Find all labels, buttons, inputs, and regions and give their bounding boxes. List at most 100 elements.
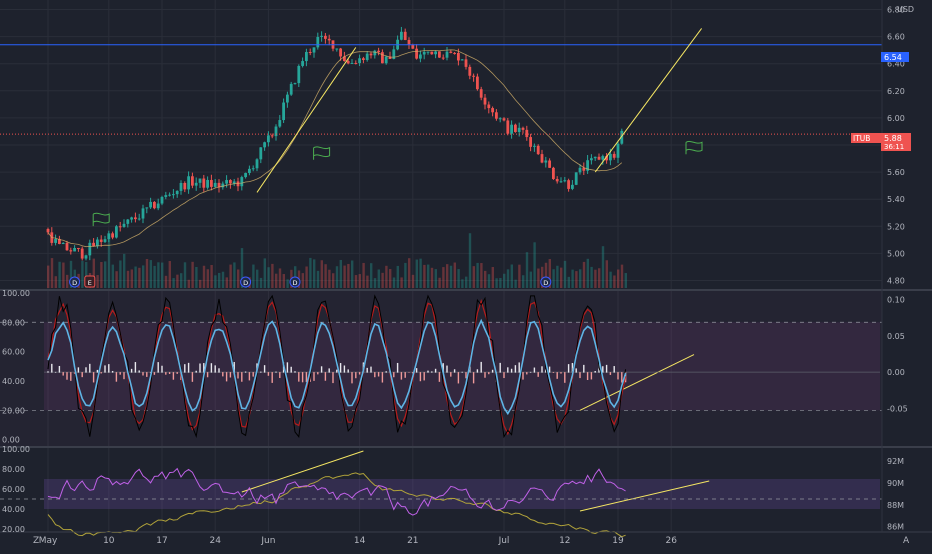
- candle-body: [430, 51, 434, 55]
- candle-body: [460, 59, 464, 61]
- stoch-hist-bar: [396, 362, 399, 373]
- price-tick-label[interactable]: 5.40: [887, 195, 905, 204]
- candle-body: [616, 143, 620, 158]
- x-axis-corner-right[interactable]: A: [903, 536, 910, 546]
- candle-body: [99, 239, 103, 242]
- stoch-hist-bar: [621, 372, 623, 383]
- volume-bar: [229, 264, 232, 288]
- x-axis-corner-left[interactable]: Z: [33, 536, 39, 546]
- stoch-tick-right[interactable]: 0.10: [887, 295, 905, 304]
- stoch-hist-bar: [594, 371, 596, 373]
- candle-body: [365, 53, 369, 60]
- dividend-marker-label[interactable]: D: [243, 279, 248, 287]
- stoch-tick-left[interactable]: 20.00: [2, 406, 25, 415]
- volume-bar: [142, 265, 145, 288]
- earnings-marker-label[interactable]: E: [88, 279, 92, 287]
- rsi-tick-right[interactable]: 92M: [887, 457, 904, 466]
- stoch-hist-bar: [320, 366, 323, 373]
- price-tick-label[interactable]: 6.60: [887, 33, 905, 42]
- volume-bar: [370, 263, 373, 288]
- price-tick-label[interactable]: 5.00: [887, 249, 905, 258]
- volume-bar: [157, 262, 160, 288]
- x-tick-label[interactable]: Jul: [498, 536, 510, 546]
- stoch-hist-bar: [400, 372, 403, 380]
- rsi-tick-right[interactable]: 90M: [887, 479, 904, 488]
- stoch-tick-left[interactable]: 100.00: [2, 289, 30, 298]
- x-tick-label[interactable]: 19: [612, 536, 624, 546]
- candle-body: [248, 168, 251, 173]
- volume-bar: [221, 271, 225, 288]
- volume-bar: [472, 266, 475, 288]
- volume-bar: [172, 278, 175, 288]
- rsi-tick-left[interactable]: 40.00: [2, 505, 25, 514]
- volume-bar: [195, 266, 198, 288]
- candle-body: [487, 104, 491, 109]
- x-tick-label[interactable]: 17: [156, 536, 167, 546]
- rsi-tick-left[interactable]: 80.00: [2, 465, 25, 474]
- candle-body: [194, 182, 198, 186]
- stoch-hist-bar: [605, 364, 608, 373]
- volume-bar: [210, 264, 213, 288]
- price-tick-label[interactable]: 4.80: [887, 277, 905, 286]
- price-tick-label[interactable]: 6.00: [887, 114, 905, 123]
- candle-body: [65, 242, 69, 251]
- x-tick-label[interactable]: 14: [354, 536, 366, 546]
- rsi-tick-left[interactable]: 20.00: [2, 525, 25, 534]
- volume-bar: [218, 272, 221, 288]
- volume-bar: [233, 262, 236, 288]
- candle-body: [536, 145, 540, 155]
- stoch-tick-left[interactable]: 40.00: [2, 377, 25, 386]
- rsi-tick-left[interactable]: 60.00: [2, 485, 25, 494]
- candle-body: [346, 61, 350, 64]
- volume-bar: [533, 242, 536, 288]
- dividend-marker-label[interactable]: D: [543, 279, 548, 287]
- x-tick-label[interactable]: Jun: [260, 536, 275, 546]
- candle-body: [574, 172, 578, 185]
- stoch-tick-left[interactable]: 60.00: [2, 348, 25, 357]
- volume-bar: [381, 272, 384, 288]
- x-tick-label[interactable]: May: [39, 536, 58, 546]
- price-tick-label[interactable]: 5.60: [887, 168, 905, 177]
- stoch-tick-right[interactable]: 0.00: [887, 368, 905, 377]
- x-tick-label[interactable]: 21: [407, 536, 418, 546]
- candle-body: [476, 76, 479, 90]
- x-tick-label[interactable]: 24: [209, 536, 221, 546]
- volume-bar: [590, 266, 593, 288]
- candle-body: [54, 238, 57, 243]
- dividend-marker-label[interactable]: D: [72, 279, 77, 287]
- rsi-tick-left[interactable]: 100.00: [2, 445, 30, 454]
- x-tick-label[interactable]: 10: [103, 536, 115, 546]
- candle-body: [141, 208, 145, 219]
- candle-body: [578, 167, 582, 173]
- stoch-tick-left[interactable]: 80.00: [2, 318, 25, 327]
- candle-body: [441, 57, 445, 59]
- x-tick-label[interactable]: 12: [559, 536, 570, 546]
- stoch-hist-bar: [434, 368, 437, 373]
- stoch-hist-bar: [165, 372, 167, 375]
- volume-bar: [453, 262, 456, 288]
- stoch-tick-left[interactable]: 0.00: [2, 436, 20, 445]
- rsi-tick-right[interactable]: 88M: [887, 501, 904, 510]
- candle-body: [61, 242, 65, 245]
- candle-body: [137, 218, 141, 220]
- volume-bar: [343, 265, 346, 288]
- stoch-tick-right[interactable]: 0.05: [887, 332, 905, 341]
- price-tick-label[interactable]: 6.20: [887, 87, 905, 96]
- stoch-hist-bar: [590, 372, 593, 380]
- stoch-hist-bar: [146, 372, 148, 377]
- stoch-hist-bar: [453, 369, 456, 373]
- dividend-marker-label[interactable]: D: [292, 279, 297, 287]
- stoch-hist-bar: [510, 368, 513, 373]
- rsi-tick-right[interactable]: 86M: [887, 523, 904, 532]
- candle-body: [244, 172, 247, 178]
- volume-bar: [567, 276, 570, 288]
- stoch-hist-bar: [484, 372, 486, 378]
- volume-bar: [134, 266, 137, 288]
- stoch-tick-right[interactable]: -0.05: [887, 404, 908, 413]
- stoch-hist-bar: [298, 372, 300, 382]
- candle-body: [479, 89, 483, 98]
- candle-body: [464, 59, 468, 67]
- price-tick-label[interactable]: 5.20: [887, 222, 905, 231]
- volume-bar: [465, 276, 468, 288]
- x-tick-label[interactable]: 26: [665, 536, 677, 546]
